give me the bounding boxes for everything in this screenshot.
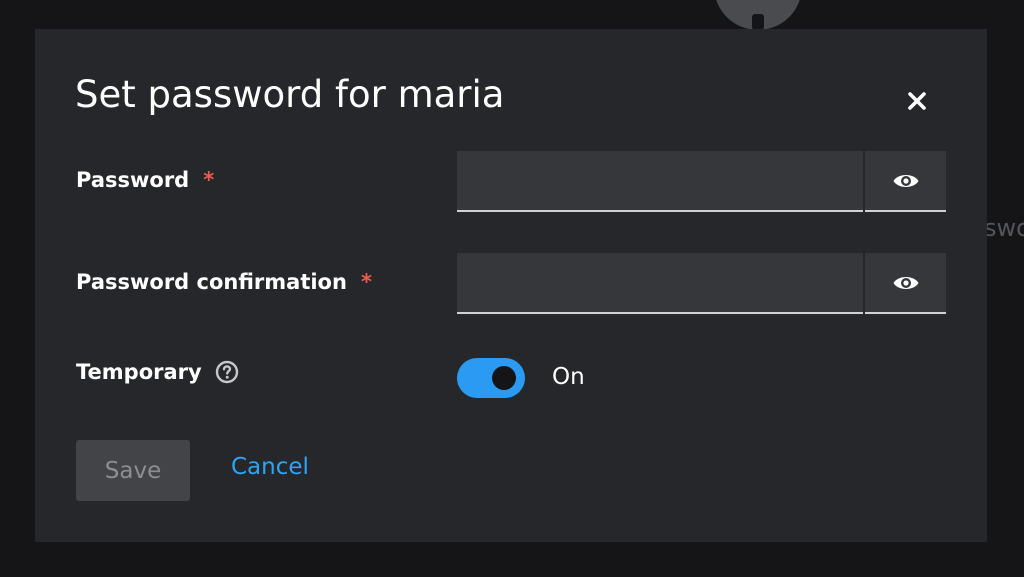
password-confirmation-label: Password confirmation * [76,270,372,294]
close-button[interactable] [897,81,937,121]
background-avatar-mark [752,14,764,30]
password-label-text: Password [76,168,190,192]
close-icon [908,92,926,110]
background-partial-text: swo [984,214,1024,242]
temporary-toggle-state: On [552,364,585,390]
modal-title: Set password for maria [75,73,505,116]
password-confirmation-input[interactable] [457,253,863,314]
question-circle-icon [215,360,238,384]
toggle-knob [492,366,516,390]
password-confirmation-input-group [457,253,946,314]
password-confirmation-required-mark: * [360,270,372,294]
temporary-label-text: Temporary [76,360,202,384]
eye-icon [893,276,918,289]
eye-icon [893,174,918,187]
password-confirmation-reveal-button[interactable] [865,253,946,314]
cancel-button[interactable]: Cancel [231,454,309,480]
password-input-group [457,151,946,212]
help-button[interactable] [215,360,239,384]
password-confirmation-label-text: Password confirmation [76,270,347,294]
save-button[interactable]: Save [76,440,190,501]
password-label: Password * [76,168,214,192]
temporary-toggle[interactable] [457,358,525,398]
set-password-modal: Set password for maria Password * Passwo… [35,29,987,542]
password-required-mark: * [203,168,215,192]
password-input[interactable] [457,151,863,212]
password-reveal-button[interactable] [865,151,946,212]
temporary-label: Temporary [76,360,239,384]
